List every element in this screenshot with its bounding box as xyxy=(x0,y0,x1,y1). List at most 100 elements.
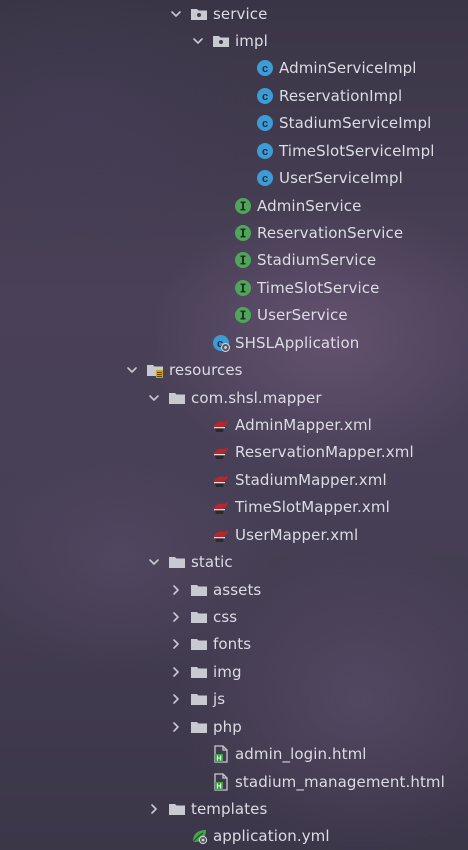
tree-item-userserviceimpl[interactable]: c UserServiceImpl xyxy=(0,165,468,192)
project-tree: service impl c AdminServiceImpl c Reservation… xyxy=(0,0,468,850)
tree-item-label: TimeSlotService xyxy=(257,278,380,297)
tree-item-stadiumserviceimpl[interactable]: c StadiumServiceImpl xyxy=(0,110,468,137)
tree-item-label: StadiumServiceImpl xyxy=(279,114,432,133)
tree-item-label: AdminMapper.xml xyxy=(235,415,372,434)
mybatis-xml-icon xyxy=(212,526,230,544)
chevron-right-icon[interactable] xyxy=(168,582,184,598)
tree-item-img[interactable]: img xyxy=(0,658,468,685)
class-icon: c xyxy=(256,169,274,187)
chevron-right-icon[interactable] xyxy=(168,691,184,707)
svg-text:c: c xyxy=(262,118,268,130)
tree-item-label: com.shsl.mapper xyxy=(191,388,322,407)
chevron-down-icon[interactable] xyxy=(168,6,184,22)
tree-item-assets[interactable]: assets xyxy=(0,576,468,603)
tree-item-impl[interactable]: impl xyxy=(0,27,468,54)
tree-item-adminservice[interactable]: AdminService xyxy=(0,192,468,219)
interface-icon xyxy=(234,279,252,297)
tree-item-label: img xyxy=(213,662,242,681)
resources-folder-icon xyxy=(146,361,164,379)
tree-item-label: css xyxy=(213,607,238,626)
spring-yml-icon xyxy=(190,827,208,845)
tree-item-label: ReservationImpl xyxy=(279,86,403,105)
tree-item-label: StadiumMapper.xml xyxy=(235,470,387,489)
tree-item-js[interactable]: js xyxy=(0,686,468,713)
tree-item-label: stadium_management.html xyxy=(235,772,445,791)
interface-icon xyxy=(234,306,252,324)
tree-item-label: UserMapper.xml xyxy=(235,525,359,544)
chevron-right-icon[interactable] xyxy=(168,609,184,625)
svg-text:c: c xyxy=(262,91,268,103)
tree-item-label: TimeSlotMapper.xml xyxy=(235,498,390,517)
tree-item-label: admin_login.html xyxy=(235,745,367,764)
folder-icon xyxy=(190,581,208,599)
tree-item-stadium-management-html[interactable]: Hstadium_management.html xyxy=(0,768,468,795)
tree-item-templates[interactable]: templates xyxy=(0,795,468,822)
svg-text:H: H xyxy=(216,756,221,763)
folder-icon xyxy=(168,389,186,407)
tree-item-reservationservice[interactable]: ReservationService xyxy=(0,219,468,246)
tree-item-adminserviceimpl[interactable]: c AdminServiceImpl xyxy=(0,55,468,82)
svg-text:H: H xyxy=(216,783,221,790)
tree-item-admin-login-html[interactable]: Hadmin_login.html xyxy=(0,741,468,768)
html-file-icon: H xyxy=(212,745,230,763)
interface-icon xyxy=(234,224,252,242)
tree-item-label: ReservationMapper.xml xyxy=(235,443,414,462)
tree-item-userservice[interactable]: UserService xyxy=(0,302,468,329)
tree-item-fonts[interactable]: fonts xyxy=(0,631,468,658)
chevron-right-icon[interactable] xyxy=(168,664,184,680)
chevron-down-icon[interactable] xyxy=(146,554,162,570)
tree-item-label: resources xyxy=(169,361,243,380)
tree-item-label: TimeSlotServiceImpl xyxy=(279,141,435,160)
class-icon: c xyxy=(256,142,274,160)
folder-icon xyxy=(168,800,186,818)
package-folder-icon xyxy=(190,5,208,23)
folder-icon xyxy=(168,553,186,571)
tree-item-static[interactable]: static xyxy=(0,549,468,576)
tree-item-timeslotserviceimpl[interactable]: c TimeSlotServiceImpl xyxy=(0,137,468,164)
tree-item-label: UserService xyxy=(257,306,348,325)
chevron-right-icon[interactable] xyxy=(146,801,162,817)
tree-item-label: assets xyxy=(213,580,262,599)
tree-item-reservationmapper-xml[interactable]: ReservationMapper.xml xyxy=(0,439,468,466)
mybatis-xml-icon xyxy=(212,471,230,489)
spring-boot-class-icon: c xyxy=(212,334,230,352)
mybatis-xml-icon xyxy=(212,443,230,461)
mybatis-xml-icon xyxy=(212,498,230,516)
chevron-down-icon[interactable] xyxy=(124,362,140,378)
tree-item-label: AdminServiceImpl xyxy=(279,59,417,78)
tree-item-adminmapper-xml[interactable]: AdminMapper.xml xyxy=(0,411,468,438)
tree-item-css[interactable]: css xyxy=(0,603,468,630)
class-icon: c xyxy=(256,59,274,77)
tree-item-label: service xyxy=(213,4,268,23)
tree-item-label: AdminService xyxy=(257,196,362,215)
interface-icon xyxy=(234,251,252,269)
tree-item-label: impl xyxy=(235,31,268,50)
tree-item-com-shsl-mapper[interactable]: com.shsl.mapper xyxy=(0,384,468,411)
chevron-down-icon[interactable] xyxy=(146,390,162,406)
html-file-icon: H xyxy=(212,772,230,791)
tree-item-timeslotservice[interactable]: TimeSlotService xyxy=(0,274,468,301)
tree-item-label: js xyxy=(213,690,226,709)
folder-icon xyxy=(190,635,208,653)
tree-item-usermapper-xml[interactable]: UserMapper.xml xyxy=(0,521,468,548)
folder-icon xyxy=(190,608,208,626)
tree-item-label: templates xyxy=(191,799,268,818)
tree-item-shslapplication[interactable]: c SHSLApplication xyxy=(0,329,468,356)
tree-item-reservationimpl[interactable]: c ReservationImpl xyxy=(0,82,468,109)
tree-item-stadiumservice[interactable]: StadiumService xyxy=(0,247,468,274)
tree-item-resources[interactable]: resources xyxy=(0,357,468,384)
package-folder-icon xyxy=(212,32,230,50)
tree-item-php[interactable]: php xyxy=(0,713,468,740)
chevron-right-icon[interactable] xyxy=(168,719,184,735)
tree-item-service[interactable]: service xyxy=(0,0,468,27)
tree-item-label: static xyxy=(191,553,233,572)
tree-item-stadiummapper-xml[interactable]: StadiumMapper.xml xyxy=(0,466,468,493)
svg-text:c: c xyxy=(262,63,268,75)
class-icon: c xyxy=(256,87,274,105)
chevron-right-icon[interactable] xyxy=(168,636,184,652)
tree-item-application-yml[interactable]: application.yml xyxy=(0,823,468,850)
tree-item-timeslotmapper-xml[interactable]: TimeSlotMapper.xml xyxy=(0,494,468,521)
mybatis-xml-icon xyxy=(212,416,230,434)
chevron-down-icon[interactable] xyxy=(190,33,206,49)
folder-icon xyxy=(190,690,208,708)
